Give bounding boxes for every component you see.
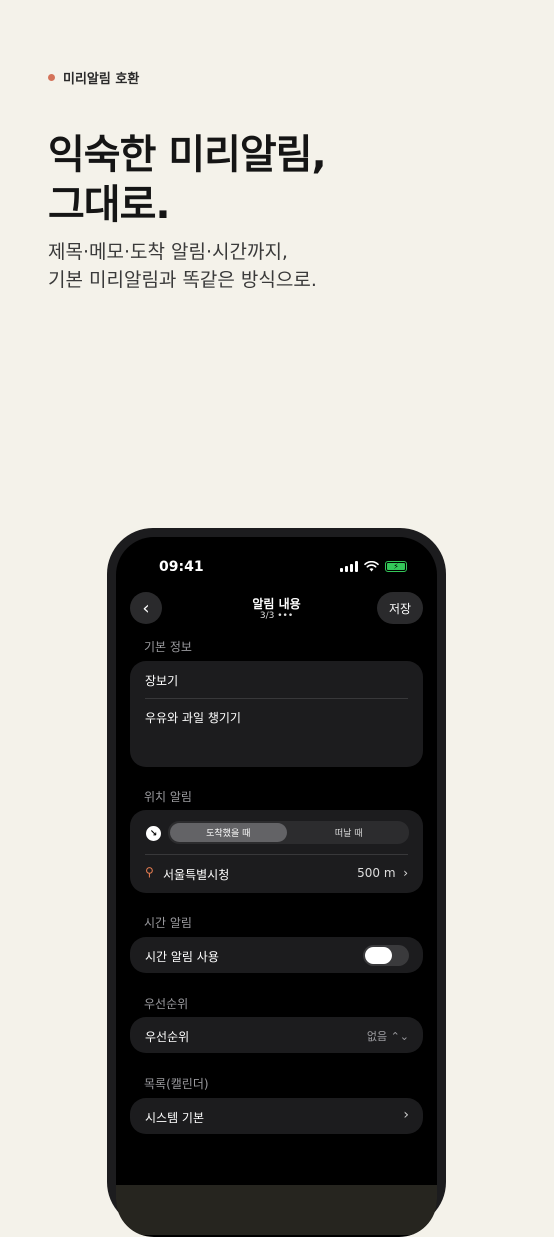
location-pin-icon: ⚲ bbox=[145, 865, 154, 879]
divider bbox=[145, 698, 408, 699]
segment-arrive[interactable]: 도착했을 때 bbox=[170, 823, 287, 842]
status-time: 09:41 bbox=[159, 559, 204, 575]
eyebrow-label: 미리알림 호환 bbox=[63, 72, 140, 87]
save-button[interactable]: 저장 bbox=[377, 592, 423, 624]
chevron-right-icon: › bbox=[403, 1107, 409, 1123]
chevron-right-icon: › bbox=[403, 866, 408, 880]
location-name: 서울특별시청 bbox=[163, 868, 230, 882]
divider bbox=[145, 854, 408, 855]
list-calendar-label: 목록(캘린더) bbox=[144, 1077, 209, 1091]
list-card[interactable]: 시스템 기본 › bbox=[130, 1098, 423, 1134]
subtitle-line2: 기본 미리알림과 똑같은 방식으로. bbox=[48, 269, 317, 291]
eyebrow: 미리알림 호환 bbox=[48, 68, 139, 87]
priority-row-label: 우선순위 bbox=[145, 1030, 190, 1044]
headline-line1: 익숙한 미리알림, bbox=[48, 132, 327, 178]
priority-label: 우선순위 bbox=[144, 997, 189, 1011]
nav-bar: ‹ 알림 내용 3/3 ••• 저장 bbox=[116, 592, 437, 626]
headline-line2: 그대로. bbox=[48, 182, 171, 228]
priority-card[interactable]: 우선순위 없음 ⌃⌄ bbox=[130, 1017, 423, 1053]
memo-field[interactable]: 우유와 과일 챙기기 bbox=[145, 709, 241, 726]
accent-dot bbox=[48, 74, 55, 81]
arrive-leave-segmented[interactable]: 도착했을 때 떠날 때 bbox=[168, 821, 409, 844]
location-row[interactable]: ⚲ 서울특별시청 500 m › bbox=[145, 865, 408, 883]
bottom-bar bbox=[116, 1185, 437, 1235]
list-row-label: 시스템 기본 bbox=[145, 1111, 205, 1125]
phone-screen: 09:41 ⚡ ‹ 알림 내용 3/3 ••• 저장 기본 정보 장보기 우유와… bbox=[116, 537, 437, 1237]
status-icons: ⚡ bbox=[340, 561, 407, 572]
priority-value[interactable]: 없음 ⌃⌄ bbox=[367, 1028, 409, 1044]
time-alert-label: 시간 알림 bbox=[144, 916, 192, 930]
title-field[interactable]: 장보기 bbox=[145, 672, 178, 689]
subtitle: 제목·메모·도착 알림·시간까지, 기본 미리알림과 똑같은 방식으로. bbox=[48, 238, 317, 294]
battery-icon: ⚡ bbox=[385, 561, 407, 572]
subtitle-line1: 제목·메모·도착 알림·시간까지, bbox=[48, 241, 288, 263]
location-distance: 500 m › bbox=[357, 866, 408, 880]
location-alert-label: 위치 알림 bbox=[144, 790, 192, 804]
time-alert-card: 시간 알림 사용 bbox=[130, 937, 423, 973]
time-alert-row-label: 시간 알림 사용 bbox=[145, 950, 219, 964]
signal-icon bbox=[340, 561, 358, 572]
arrow-in-icon: ↘ bbox=[146, 826, 161, 841]
basic-info-label: 기본 정보 bbox=[144, 640, 192, 654]
time-alert-toggle[interactable] bbox=[363, 945, 409, 966]
basic-info-card: 장보기 우유와 과일 챙기기 bbox=[130, 661, 423, 767]
headline: 익숙한 미리알림, 그대로. bbox=[48, 130, 327, 230]
location-alert-card: ↘ 도착했을 때 떠날 때 ⚲ 서울특별시청 500 m › bbox=[130, 810, 423, 893]
segment-leave[interactable]: 떠날 때 bbox=[289, 821, 410, 844]
status-bar: 09:41 ⚡ bbox=[116, 559, 437, 579]
toggle-knob bbox=[365, 947, 392, 964]
phone-mockup: 09:41 ⚡ ‹ 알림 내용 3/3 ••• 저장 기본 정보 장보기 우유와… bbox=[107, 528, 446, 1237]
wifi-icon bbox=[364, 561, 379, 572]
